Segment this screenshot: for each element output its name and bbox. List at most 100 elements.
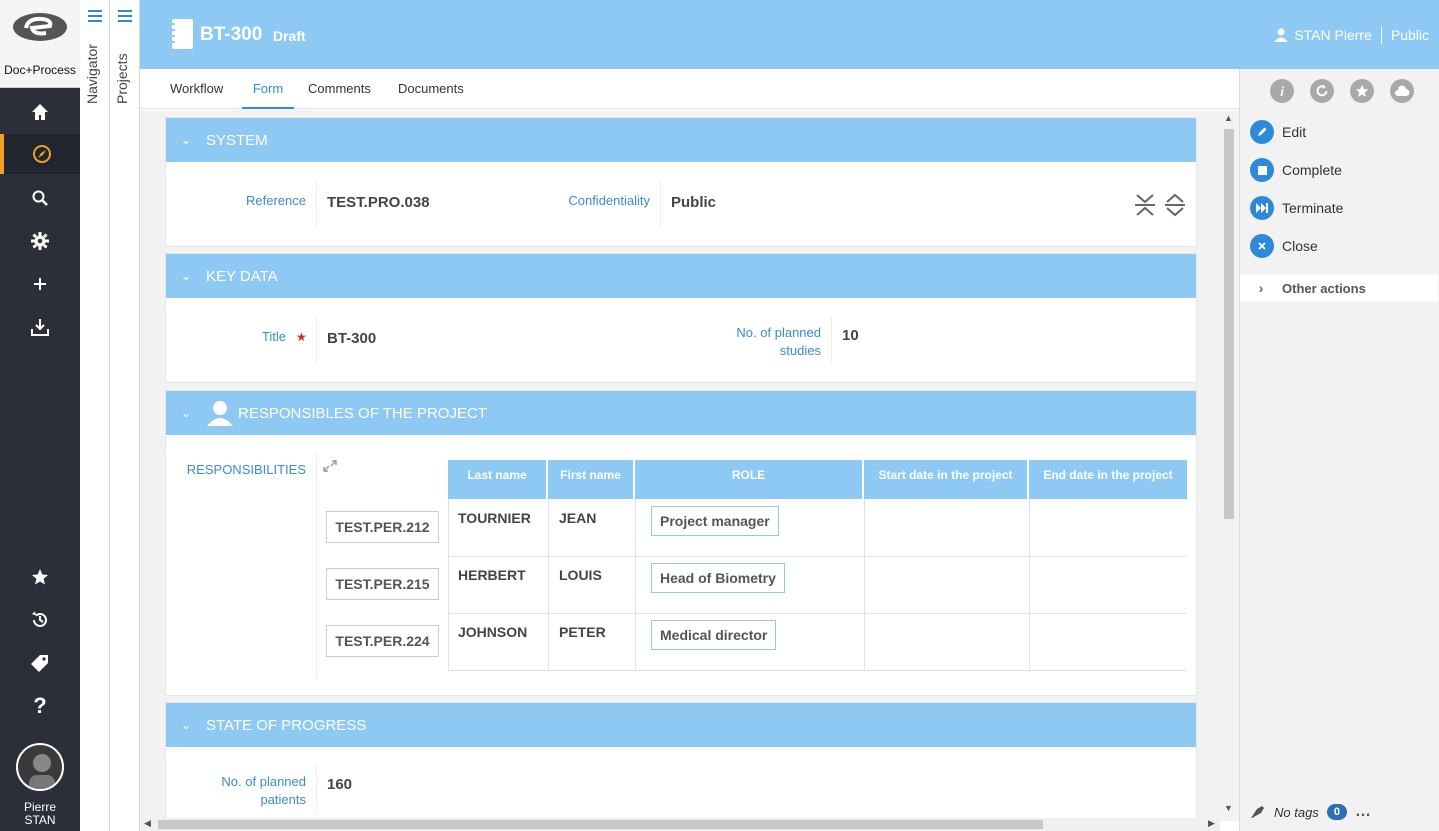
edit-label: Edit [1282,124,1307,140]
title-label: Title [261,329,286,344]
divider [864,499,865,670]
section-title: KEY DATA [206,267,278,285]
info-icon[interactable]: i [1270,79,1294,103]
confidentiality-value: Public [671,194,717,211]
user-icon [1274,28,1289,42]
form-content: ⌄ SYSTEM Reference TEST.PRO.038 Confiden… [140,110,1239,821]
scroll-right-icon[interactable]: ▶ [1208,818,1215,829]
chevron-down-icon[interactable]: ⌄ [166,718,206,732]
person-reference[interactable]: TEST.PER.215 [326,568,439,600]
left-rail: Doc+Process ? Pierre STAN [0,0,80,831]
toolbar: i [1270,79,1414,103]
scrollbar-thumb[interactable] [1224,129,1234,519]
role-badge[interactable]: Medical director [651,620,777,650]
scroll-up-icon[interactable]: ▲ [1224,113,1233,123]
tags-label[interactable]: No tags [1274,805,1319,820]
planned-patients-label-line: No. of planned [221,774,306,789]
column-header-last-name[interactable]: Last name [448,460,548,499]
home-icon[interactable] [0,92,80,132]
divider [316,453,317,679]
chevron-down-icon[interactable]: ⌄ [166,269,206,283]
star-icon[interactable] [0,557,80,597]
key-data-section: ⌄ KEY DATA Title ★ BT-300 No. of planned… [165,253,1197,383]
terminate-button[interactable]: Terminate [1250,195,1343,221]
scroll-left-icon[interactable]: ◀ [144,818,151,829]
expand-icon[interactable] [323,460,337,472]
user-menu[interactable]: STAN Pierre Public [1274,26,1429,44]
gear-icon[interactable] [0,221,80,261]
scrollbar-thumb[interactable] [158,820,1043,829]
app-logo[interactable]: Doc+Process [0,0,80,88]
tab-form[interactable]: Form [242,69,294,109]
role-badge[interactable]: Head of Biometry [651,563,785,593]
divider [448,670,1187,671]
divider [316,765,317,813]
chevron-down-icon[interactable]: ⌄ [166,406,206,420]
column-header-end-date[interactable]: End date in the project [1029,460,1187,499]
person-reference[interactable]: TEST.PER.212 [326,511,439,543]
import-icon[interactable] [0,307,80,347]
navigator-panel[interactable]: Navigator [80,0,110,831]
chevron-down-icon[interactable]: ⌄ [166,133,206,147]
menu-icon[interactable] [88,10,102,22]
divider [831,316,832,364]
notebook-icon [170,19,193,49]
cloud-icon[interactable] [1390,79,1414,103]
other-actions-toggle[interactable]: › Other actions [1240,275,1438,301]
planned-patients-label-line: patients [260,792,306,807]
projects-label[interactable]: Projects [114,34,130,104]
scroll-down-icon[interactable]: ▼ [1224,803,1233,813]
reference-label: Reference [246,193,306,208]
tag-icon[interactable] [0,643,80,683]
divider [316,180,317,228]
plus-icon[interactable] [0,264,80,304]
system-section: ⌄ SYSTEM Reference TEST.PRO.038 Confiden… [165,117,1197,247]
role-badge[interactable]: Project manager [651,506,779,536]
expand-all-icon[interactable] [1163,192,1187,218]
help-icon[interactable]: ? [0,686,80,726]
vertical-scrollbar[interactable]: ▲ ▼ [1220,113,1238,821]
tab-documents[interactable]: Documents [398,69,464,109]
app-window: Doc+Process ? Pierre STAN Navigator Proj… [0,0,1439,831]
user-last-name: STAN [24,813,56,827]
close-button[interactable]: Close [1250,233,1318,259]
projects-panel[interactable]: Projects [110,0,140,831]
tags-bar: No tags 0 … [1250,803,1371,821]
planned-studies-label: No. of planned studies [686,324,821,360]
section-header[interactable]: ⌄ SYSTEM [166,118,1196,162]
tab-comments[interactable]: Comments [308,69,371,109]
actions-panel: i Edit Complete Terminate Close › Other … [1239,69,1439,831]
column-header-role[interactable]: ROLE [635,460,864,499]
collapse-all-icon[interactable] [1133,192,1157,218]
star-icon[interactable] [1350,79,1374,103]
section-header[interactable]: ⌄ KEY DATA [166,254,1196,298]
navigator-label[interactable]: Navigator [84,34,100,104]
close-label: Close [1282,238,1318,254]
logo-icon [13,13,67,41]
person-reference[interactable]: TEST.PER.224 [326,625,439,657]
column-header-start-date[interactable]: Start date in the project [864,460,1029,499]
tab-workflow[interactable]: Workflow [170,69,223,109]
avatar[interactable] [16,743,64,791]
divider [448,499,449,670]
complete-button[interactable]: Complete [1250,157,1342,183]
section-header[interactable]: ⌄ RESPONSIBLES OF THE PROJECT [166,391,1196,435]
divider [316,316,317,364]
divider [660,180,661,228]
divider [448,613,1187,614]
status-badge: Draft [273,28,306,44]
more-icon[interactable]: … [1355,803,1371,821]
search-icon[interactable] [0,178,80,218]
refresh-icon[interactable] [1310,79,1334,103]
section-title: STATE OF PROGRESS [206,716,367,734]
history-icon[interactable] [0,600,80,640]
compass-icon[interactable] [0,134,80,174]
person-icon [207,401,233,426]
terminate-label: Terminate [1282,200,1344,216]
horizontal-scrollbar[interactable]: ◀ ▶ [140,818,1220,831]
brand-name: Doc+Process [4,63,76,77]
edit-button[interactable]: Edit [1250,119,1306,145]
column-header-first-name[interactable]: First name [548,460,635,499]
menu-icon[interactable] [118,10,132,22]
section-header[interactable]: ⌄ STATE OF PROGRESS [166,703,1196,747]
